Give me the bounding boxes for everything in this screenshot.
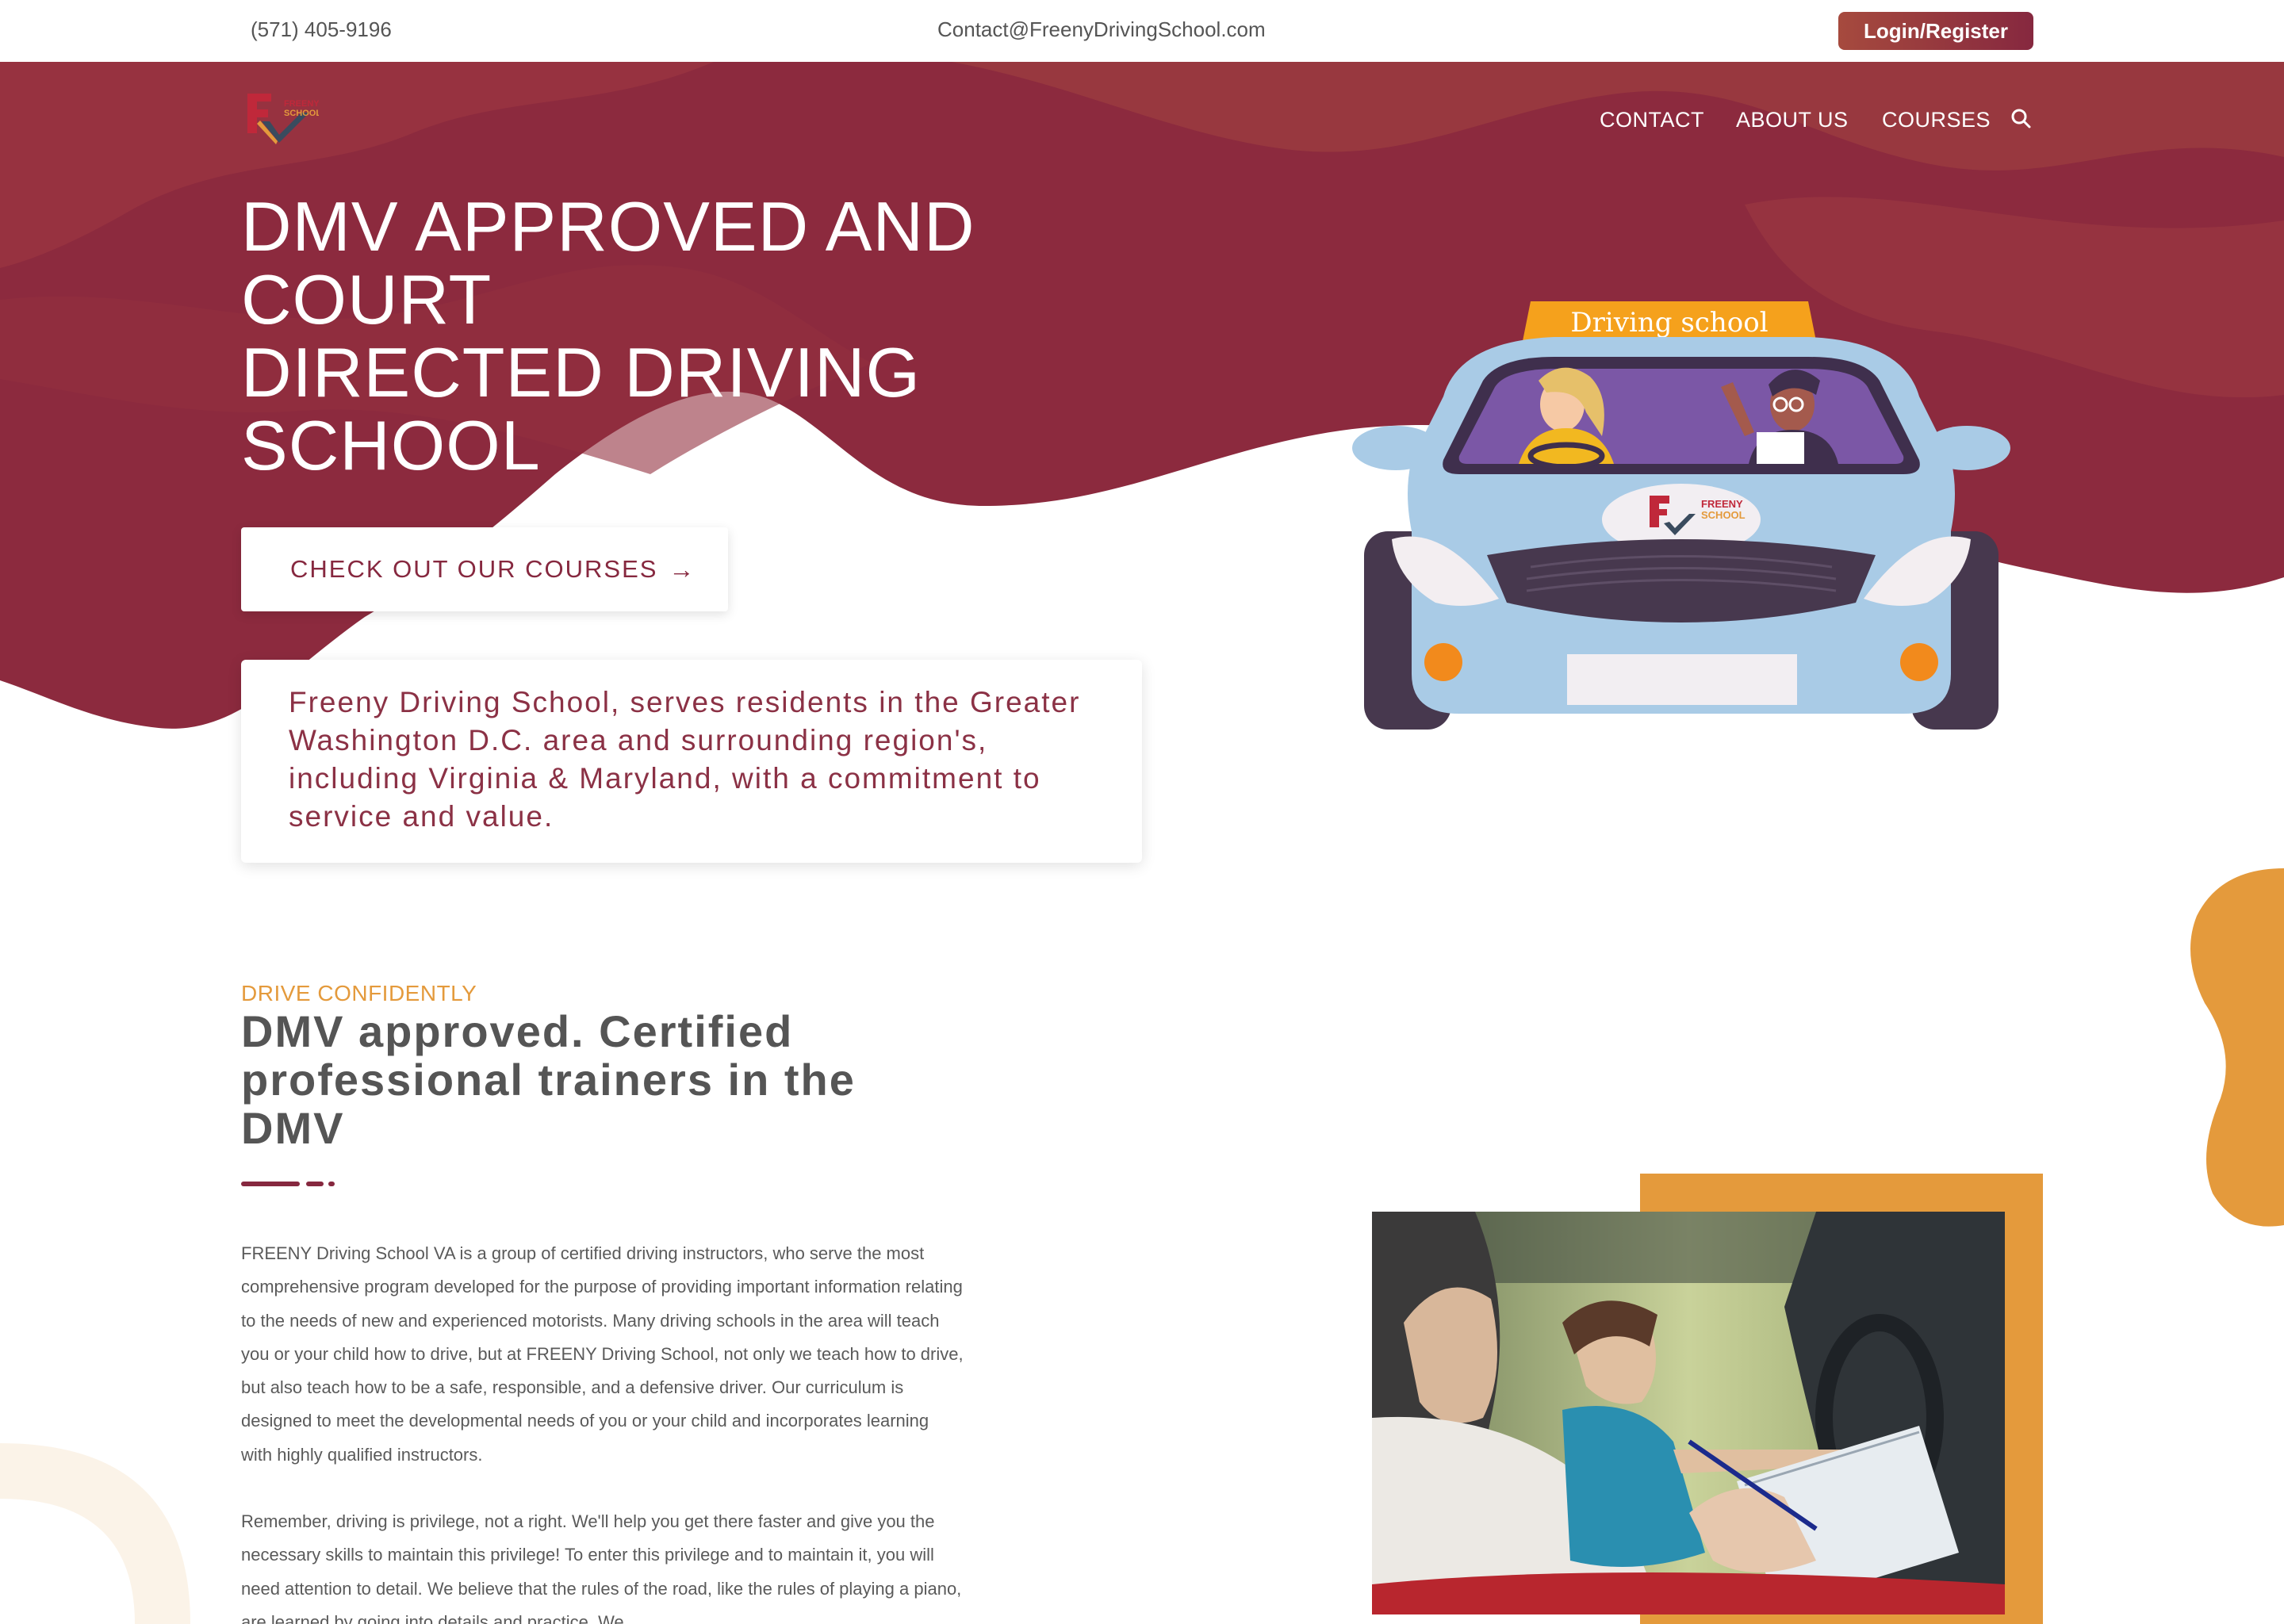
car-badge-text-freeny: FREENY <box>1701 498 1743 510</box>
car-sign-text: Driving school <box>1570 307 1768 339</box>
intro-text: Freeny Driving School, serves residents … <box>289 686 1081 833</box>
nav-contact[interactable]: CONTACT <box>1600 108 1704 132</box>
hero-title-line: DMV APPROVED AND <box>241 187 975 266</box>
nav-courses[interactable]: COURSES <box>1882 108 1991 132</box>
section-title: DMV approved. Certified professional tra… <box>241 1006 856 1153</box>
logo-text-school: SCHOOL <box>284 109 319 118</box>
hero-title-line: DIRECTED DRIVING <box>241 333 921 412</box>
check-out-courses-button[interactable]: CHECK OUT OUR COURSES → <box>241 527 728 611</box>
nav-about-us[interactable]: ABOUT US <box>1736 108 1849 132</box>
freeny-logo[interactable]: FREENY SCHOOL <box>240 86 319 149</box>
section-paragraph: Remember, driving is privilege, not a ri… <box>241 1511 962 1624</box>
hero-title: DMV APPROVED AND COURT DIRECTED DRIVING … <box>241 190 1113 482</box>
section-eyebrow: DRIVE CONFIDENTLY <box>241 981 477 1005</box>
car-badge-text-school: SCHOOL <box>1701 509 1746 521</box>
email-link[interactable]: Contact@FreenyDrivingSchool.com <box>937 17 1266 42</box>
arrow-right-icon: → <box>669 554 696 584</box>
phone-link[interactable]: (571) 405-9196 <box>251 17 392 42</box>
driving-school-car-illustration: Driving school FREENY SCHOOL <box>1352 301 2010 730</box>
hero-title-line: SCHOOL <box>241 406 541 485</box>
login-register-button[interactable]: Login/Register <box>1838 12 2033 50</box>
logo-text-freeny: FREENY <box>284 99 319 109</box>
hero-title-line: COURT <box>241 260 492 339</box>
search-icon[interactable] <box>2010 108 2032 130</box>
section-paragraph: FREENY Driving School VA is a group of c… <box>241 1243 964 1465</box>
intro-card: Freeny Driving School, serves residents … <box>241 660 1142 863</box>
cta-label: CHECK OUT OUR COURSES <box>290 555 658 583</box>
decorative-blob <box>2190 868 2284 1227</box>
top-bar: (571) 405-9196 Contact@FreenyDrivingScho… <box>0 0 2284 62</box>
decorative-arc <box>0 1443 190 1624</box>
driving-lesson-photo <box>1372 1212 2005 1614</box>
